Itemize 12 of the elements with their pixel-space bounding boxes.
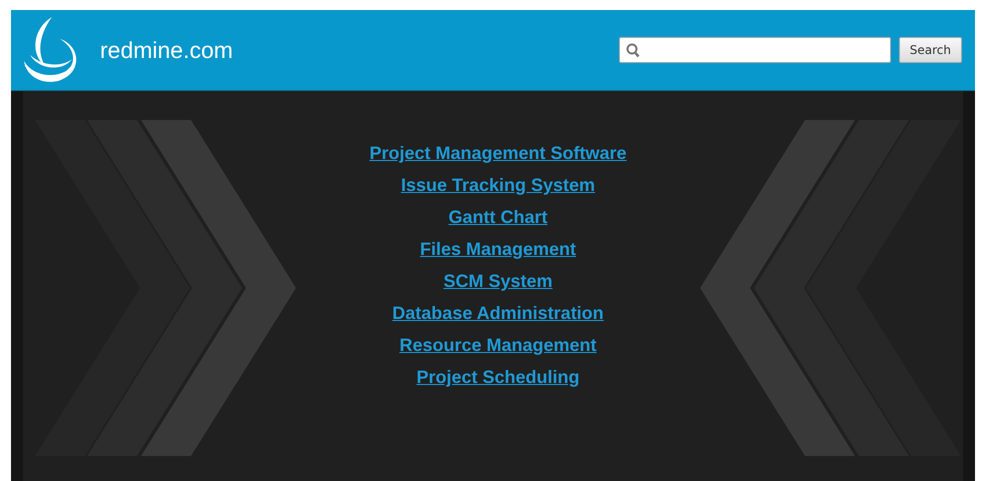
topic-link[interactable]: Project Management Software [369, 141, 627, 165]
topic-link[interactable]: Project Scheduling [416, 365, 580, 389]
search-field[interactable] [618, 37, 891, 63]
topic-link[interactable]: Files Management [420, 237, 576, 261]
topic-link[interactable]: Gantt Chart [448, 205, 548, 229]
topic-link[interactable]: SCM System [443, 269, 553, 293]
site-name: redmine.com [100, 36, 233, 65]
topic-link[interactable]: Issue Tracking System [400, 173, 596, 197]
search-icon [626, 42, 640, 58]
topic-link[interactable]: Resource Management [399, 333, 597, 357]
topic-link[interactable]: Database Administration [392, 301, 604, 325]
search-button[interactable]: Search [898, 37, 962, 63]
